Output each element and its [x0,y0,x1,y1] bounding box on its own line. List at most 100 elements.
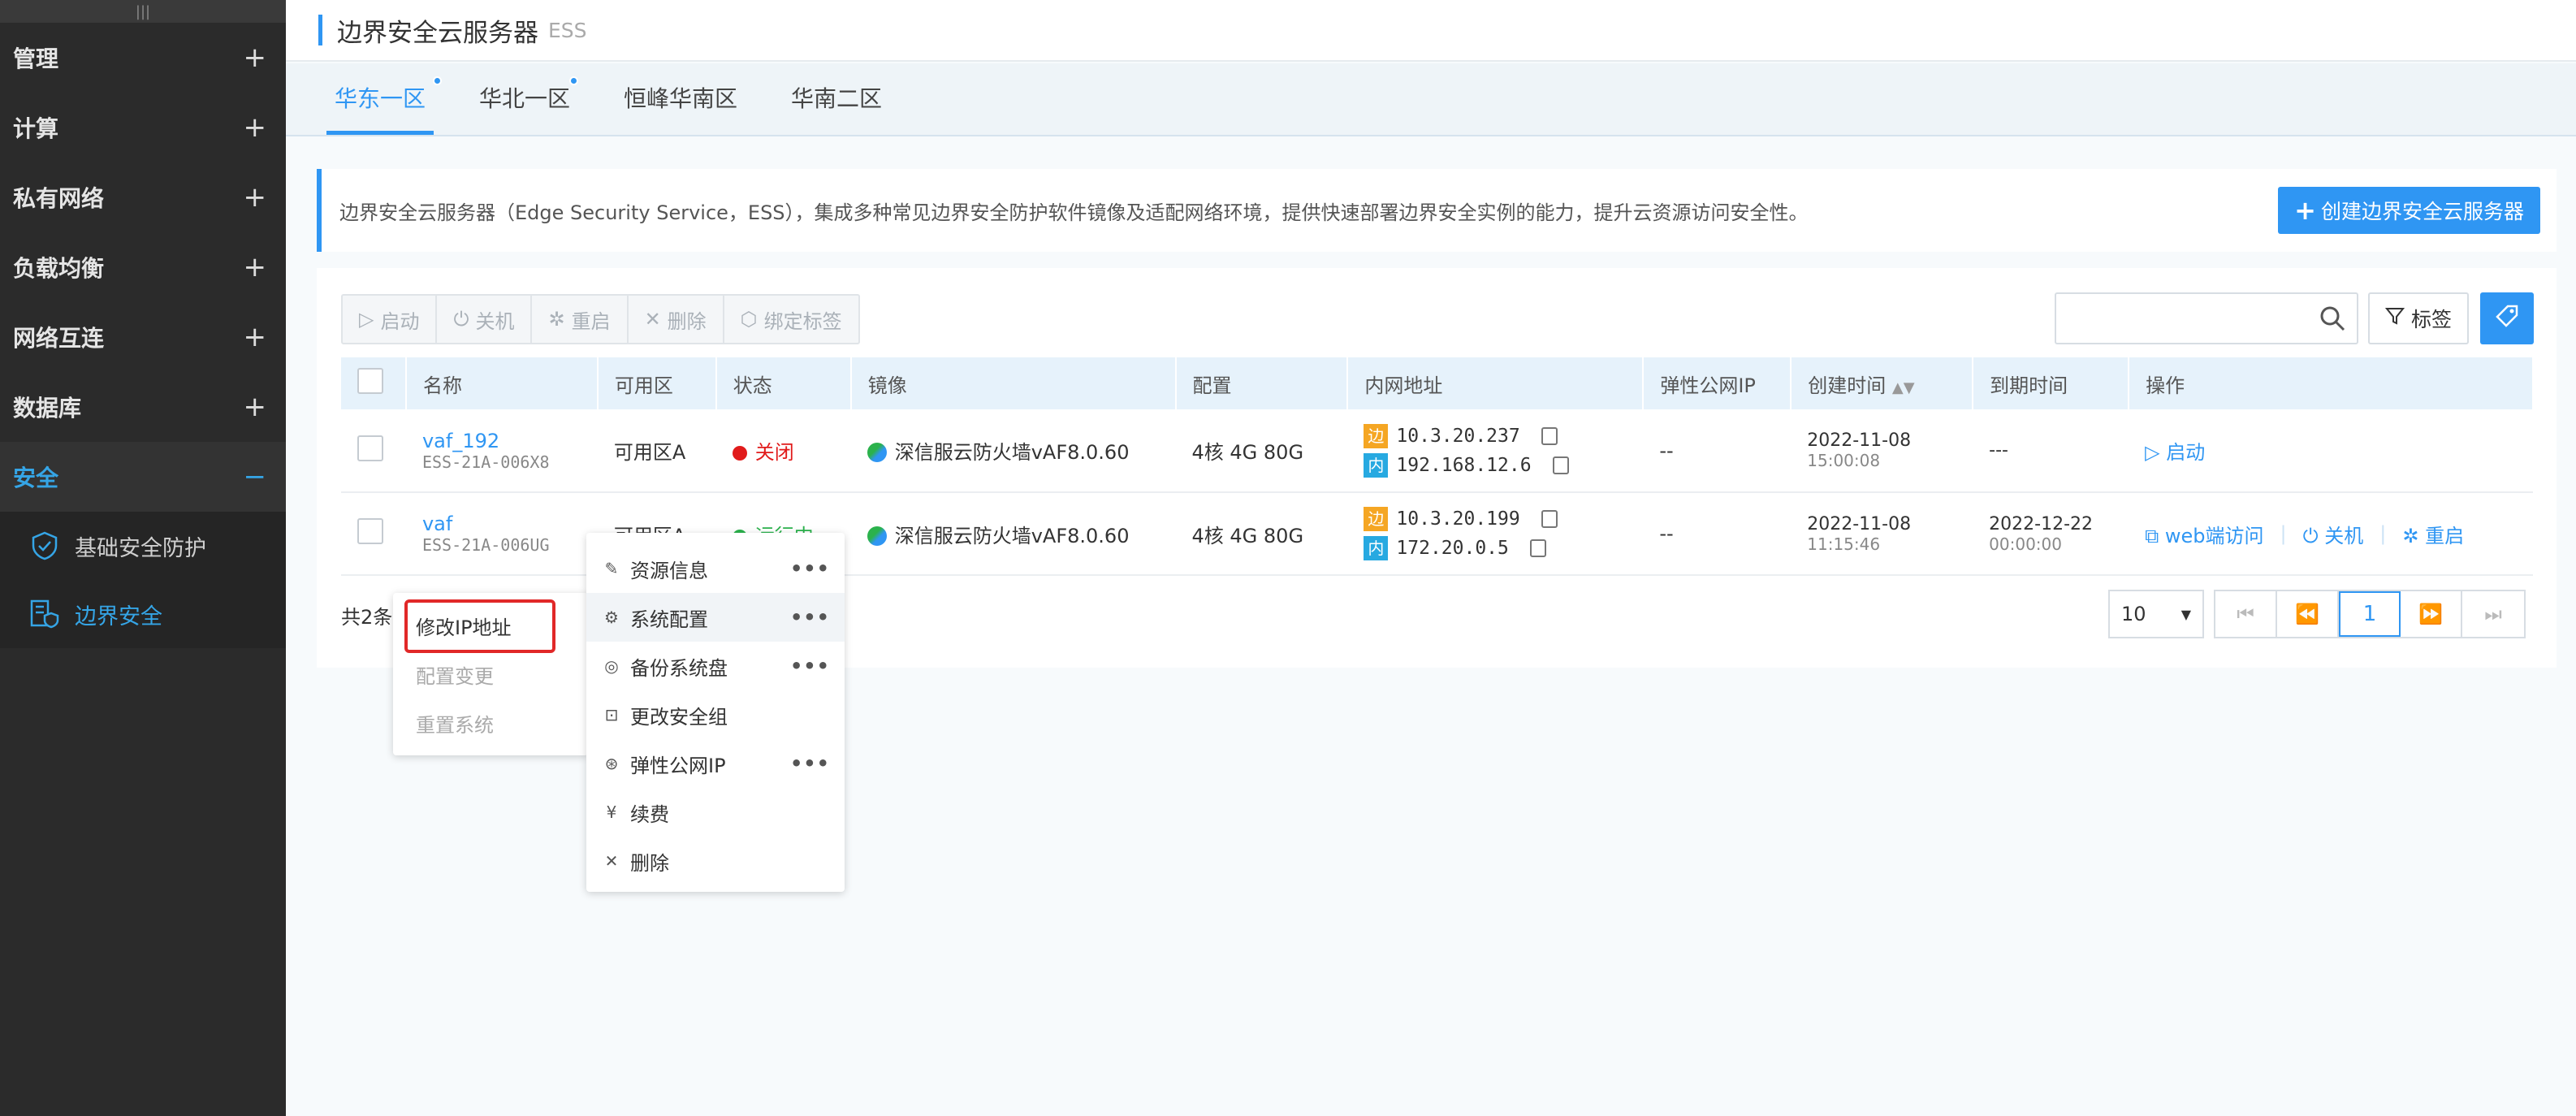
col-created[interactable]: 创建时间 ▲▼ [1791,357,1974,409]
restart-icon: ✲ [548,308,565,331]
col-actions: 操作 [2129,357,2534,409]
menu-item-system-config[interactable]: ⚙ 系统配置 ••• [586,593,845,642]
new-dot-icon [433,76,443,85]
more-icon: ••• [789,655,830,677]
sidebar-item-interconnect[interactable]: 网络互连 + [0,302,286,372]
sidebar-item-load-balancer[interactable]: 负载均衡 + [0,232,286,302]
instance-name-link[interactable]: vaf_192 [422,430,598,452]
inner-ip: 172.20.0.5 [1396,538,1509,559]
next-page-button[interactable]: ⏩ [2401,591,2462,637]
prev-page-button[interactable]: ⏪ [2277,591,2339,637]
pagination: 10 ▼ ⏮ ⏪ 1 ⏩ ⏭ [2108,590,2526,638]
tag-icon [2495,304,2519,333]
sidebar-collapse-handle[interactable]: ||| [0,0,286,23]
tag-manage-button[interactable] [2480,292,2534,344]
tab-east-1[interactable]: 华东一区 [326,76,443,135]
caret-down-icon: ▼ [2181,606,2191,622]
menu-item-security-group[interactable]: ⊡ 更改安全组 [586,690,845,739]
config-cell: 4核 4G 80G [1191,524,1304,547]
menu-item-eip[interactable]: ⊛ 弹性公网IP ••• [586,739,845,788]
menu-item-resource-info[interactable]: ✎ 资源信息 ••• [586,544,845,593]
expand-icon: + [243,321,267,353]
page-header: 边界安全云服务器 ESS [286,0,2576,62]
ip-cell: 边 10.3.20.237 内 192.168.12.6 [1347,409,1643,492]
restart-action[interactable]: ✲ 重启 [2402,520,2464,548]
inner-badge: 内 [1364,452,1389,478]
col-zone: 可用区 [597,357,717,409]
tag-filter-button[interactable]: 标签 [2368,292,2469,344]
last-page-button[interactable]: ⏭ [2462,591,2524,637]
restart-button[interactable]: ✲ 重启 [532,296,629,343]
create-ess-button[interactable]: + 创建边界安全云服务器 [2278,187,2540,234]
actions-cell: ▷ 启动 [2129,409,2533,492]
stop-action[interactable]: ⏻ 关机 [2303,520,2364,548]
reset-system-menu-item[interactable]: 重置系统 [393,699,588,747]
tab-hengfeng-south[interactable]: 恒峰华南区 [624,81,737,135]
shield-check-icon [29,530,60,561]
page-number-button[interactable]: 1 [2339,591,2401,637]
edit-icon: ✎ [604,559,619,578]
col-private-ip: 内网地址 [1347,357,1645,409]
row-checkbox[interactable] [357,435,383,461]
more-icon: ••• [789,752,830,775]
collapse-icon: − [243,461,267,493]
table-row: vaf_192 ESS-21A-006X8 可用区A 关闭 深信服云防火墙vAF8… [341,409,2533,492]
external-link-icon: ⧉ [2145,524,2159,547]
start-action[interactable]: ▷ 启动 [2145,436,2205,465]
sidebar-item-vpc[interactable]: 私有网络 + [0,162,286,232]
tab-north-1[interactable]: 华北一区 [479,76,579,135]
sidebar-item-compute[interactable]: 计算 + [0,93,286,162]
stop-button[interactable]: ⏻ 关机 [437,296,533,343]
expand-icon: + [243,41,267,74]
first-page-icon: ⏮ [2237,603,2254,625]
col-expire: 到期时间 [1973,357,2130,409]
created-cell: 2022-11-08 15:00:08 [1807,430,1912,470]
start-button[interactable]: ▷ 启动 [343,296,438,343]
instance-name-link[interactable]: vaf [422,513,598,535]
expand-icon: + [243,181,267,214]
sidebar-item-security[interactable]: 安全 − [0,442,286,512]
sort-icon[interactable]: ▲▼ [1892,379,1915,396]
row-checkbox[interactable] [357,518,383,544]
delete-button[interactable]: ✕ 删除 [629,296,724,343]
menu-item-delete[interactable]: ✕ 删除 [586,837,845,885]
filter-icon [2384,306,2405,331]
menu-item-backup-disk[interactable]: ◎ 备份系统盘 ••• [586,642,845,690]
bind-tag-button[interactable]: ⬡ 绑定标签 [724,296,858,343]
select-all-checkbox[interactable] [357,368,383,394]
search-icon[interactable] [2318,304,2347,333]
search-input[interactable] [2055,292,2358,344]
title-accent-bar [318,15,322,45]
col-eip: 弹性公网IP [1643,357,1792,409]
status-cell: 关闭 [716,409,851,492]
sidebar: ||| 管理 + 计算 + 私有网络 + 负载均衡 + 网络互连 + 数据库 + 安全 − 基… [0,0,286,1116]
edge-badge: 边 [1364,423,1389,448]
ip-cell: 边 10.3.20.199 内 172.20.0.5 [1347,492,1643,575]
globe-icon [867,443,887,462]
menu-item-renew[interactable]: ¥ 续费 [586,788,845,837]
expand-icon: + [243,391,267,423]
table-header: 名称 可用区 状态 镜像 配置 内网地址 弹性公网IP 创建时间 ▲▼ 到期时间… [341,357,2534,409]
copy-icon[interactable] [1529,539,1546,557]
info-banner: 边界安全云服务器（Edge Security Service，ESS），集成多种… [317,169,2557,252]
play-icon: ▷ [2145,441,2160,464]
first-page-button[interactable]: ⏮ [2215,591,2277,637]
tab-south-2[interactable]: 华南二区 [791,81,882,135]
sidebar-item-database[interactable]: 数据库 + [0,372,286,442]
copy-icon[interactable] [1552,456,1569,474]
server-shield-icon [29,599,60,629]
instance-id: ESS-21A-006X8 [421,452,550,472]
sidebar-subitem-edge-security[interactable]: 边界安全 [0,580,286,648]
total-count: 共2条 [341,606,393,629]
page-size-select[interactable]: 10 ▼ [2108,590,2204,638]
sidebar-subitem-basic-security[interactable]: 基础安全防护 [0,512,286,580]
globe-icon [867,526,887,546]
restart-icon: ✲ [2402,524,2419,547]
edge-ip: 10.3.20.199 [1396,508,1520,530]
copy-icon[interactable] [1541,426,1558,445]
edge-ip: 10.3.20.237 [1396,425,1520,447]
sidebar-item-management[interactable]: 管理 + [0,23,286,93]
web-access-action[interactable]: ⧉ web端访问 [2145,520,2263,548]
config-change-menu-item[interactable]: 配置变更 [393,650,588,699]
copy-icon[interactable] [1541,510,1558,528]
